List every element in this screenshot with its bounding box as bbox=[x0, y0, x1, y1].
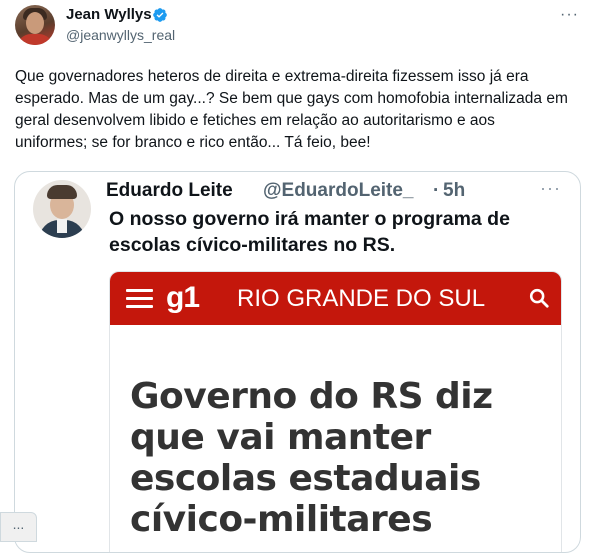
author-name[interactable]: Jean Wyllys bbox=[66, 6, 152, 23]
author-avatar[interactable] bbox=[15, 5, 55, 45]
quoted-author-handle[interactable]: @EduardoLeite_ bbox=[263, 180, 414, 202]
quoted-more-options-icon[interactable]: ··· bbox=[540, 178, 561, 199]
quoted-tweet-card[interactable]: Eduardo Leite @EduardoLeite_ · 5h ··· O … bbox=[14, 171, 581, 553]
more-options-icon[interactable]: ··· bbox=[560, 6, 579, 24]
corner-overlay-button[interactable]: ... bbox=[0, 512, 37, 542]
news-headline: Governo do RS diz que vai manter escolas… bbox=[130, 376, 493, 540]
g1-logo: g1 bbox=[166, 281, 200, 314]
hamburger-menu-icon bbox=[126, 289, 153, 309]
author-handle[interactable]: @jeanwyllys_real bbox=[66, 27, 175, 43]
quoted-author-avatar[interactable] bbox=[33, 180, 91, 238]
quoted-author-name[interactable]: Eduardo Leite bbox=[106, 180, 233, 202]
section-name: RIO GRANDE DO SUL bbox=[237, 285, 486, 312]
quoted-separator: · bbox=[433, 180, 440, 201]
quoted-timestamp[interactable]: 5h bbox=[443, 180, 465, 202]
quoted-tweet-text: O nosso governo irá manter o programa de… bbox=[109, 208, 510, 256]
search-icon bbox=[529, 288, 549, 308]
verified-badge-icon bbox=[153, 8, 167, 22]
tweet-text: Que governadores heteros de direita e ex… bbox=[15, 68, 568, 151]
news-screenshot[interactable]: g1 RIO GRANDE DO SUL Governo do RS diz q… bbox=[109, 271, 562, 552]
g1-header-bar: g1 RIO GRANDE DO SUL bbox=[110, 272, 561, 325]
